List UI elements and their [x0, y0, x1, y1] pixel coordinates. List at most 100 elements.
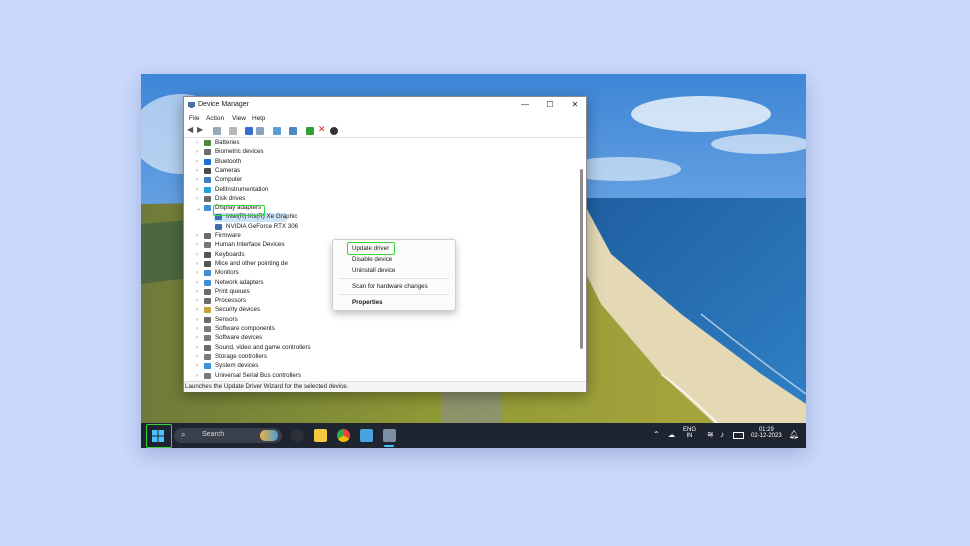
expand-chevron-right-icon[interactable]: › [196, 326, 198, 332]
menu-item-scan-hardware[interactable]: Scan for hardware changes [352, 283, 428, 290]
tree-node-label: Computer [215, 176, 243, 184]
notification-bell-icon[interactable]: 🔔︎ [789, 430, 799, 439]
forward-icon[interactable]: ▶ [197, 125, 205, 134]
tree-node[interactable]: › System devices [184, 362, 484, 371]
wifi-icon[interactable]: ≋ [707, 430, 714, 439]
expand-chevron-right-icon[interactable]: › [196, 159, 198, 165]
list-view-icon[interactable] [229, 127, 237, 135]
menu-item-properties[interactable]: Properties [352, 299, 383, 306]
device-category-icon [204, 260, 211, 267]
windows-start-icon[interactable] [152, 430, 164, 442]
expand-chevron-right-icon[interactable]: › [196, 270, 198, 276]
menu-separator [339, 294, 449, 295]
device-manager-taskbar-icon[interactable] [383, 429, 396, 442]
tree-node[interactable]: › Storage controllers [184, 353, 484, 362]
device-category-icon [204, 279, 211, 286]
uninstall-icon[interactable]: ✕ [318, 124, 326, 134]
menu-help[interactable]: Help [252, 115, 265, 122]
remote-desktop-icon[interactable] [360, 429, 373, 442]
expand-chevron-right-icon[interactable]: › [196, 298, 198, 304]
expand-chevron-right-icon[interactable]: › [196, 168, 198, 174]
tree-node[interactable]: › Batteries [184, 139, 484, 148]
close-button[interactable]: ✕ [564, 99, 586, 111]
expand-chevron-right-icon[interactable]: › [196, 252, 198, 258]
device-category-icon [204, 298, 211, 305]
tree-node-label: Universal Serial Bus controllers [215, 371, 301, 379]
tree-node[interactable]: › Cameras [184, 167, 484, 176]
download-icon[interactable] [330, 127, 338, 135]
menu-view[interactable]: View [232, 115, 246, 122]
tree-node-label: System devices [215, 362, 259, 370]
expand-chevron-right-icon[interactable]: › [196, 187, 198, 193]
expand-chevron-right-icon[interactable]: › [196, 363, 198, 369]
expand-chevron-right-icon[interactable]: › [196, 149, 198, 155]
help-icon[interactable] [245, 127, 253, 135]
expand-chevron-right-icon[interactable]: › [196, 233, 198, 239]
expand-chevron-right-icon[interactable]: › [196, 261, 198, 267]
tree-node-label: Human Interface Devices [215, 241, 285, 249]
tree-node[interactable]: › Universal Serial Bus controllers [184, 372, 484, 380]
search-highlights-icon [260, 430, 278, 441]
expand-chevron-right-icon[interactable]: › [196, 140, 198, 146]
device-category-icon [204, 195, 211, 202]
tree-node[interactable]: › Software components [184, 325, 484, 334]
title-bar[interactable]: Device Manager — ☐ ✕ [184, 97, 586, 113]
expand-chevron-right-icon[interactable]: › [196, 307, 198, 313]
expand-chevron-right-icon[interactable]: › [196, 345, 198, 351]
tree-node[interactable]: › DellInstrumentation [184, 186, 484, 195]
taskbar: ⌕ Search ⌃ ☁ ENG IN ≋ ♪ 01:29 02-12-2023… [141, 423, 806, 448]
tree-child-node[interactable]: NVIDIA GeForce RTX 306 [184, 223, 484, 232]
chrome-icon[interactable] [337, 429, 350, 442]
search-icon: ⌕ [181, 430, 186, 439]
update-driver-icon[interactable] [306, 127, 314, 135]
grid-view-icon[interactable] [256, 127, 264, 135]
tree-node-label: Storage controllers [215, 352, 267, 360]
chevron-up-icon[interactable]: ⌃ [653, 430, 660, 439]
expand-chevron-right-icon[interactable]: › [196, 373, 198, 379]
tree-node[interactable]: › Software devices [184, 334, 484, 343]
cloud-icon[interactable]: ☁ [668, 431, 675, 439]
scrollbar-thumb[interactable] [580, 169, 583, 349]
battery-icon[interactable] [733, 432, 744, 439]
maximize-button[interactable]: ☐ [539, 99, 561, 111]
file-explorer-icon[interactable] [314, 429, 327, 442]
menu-file[interactable]: File [189, 115, 199, 122]
tree-node-label: Monitors [215, 269, 239, 277]
menu-item-uninstall-device[interactable]: Uninstall device [352, 267, 395, 274]
widgets-icon[interactable] [291, 429, 304, 442]
expand-chevron-right-icon[interactable]: › [196, 289, 198, 295]
tree-node[interactable]: › Biometric devices [184, 148, 484, 157]
expand-chevron-right-icon[interactable]: › [196, 317, 198, 323]
display-adapter-icon [215, 223, 222, 230]
scan-hardware-icon[interactable] [273, 127, 281, 135]
minimize-button[interactable]: — [514, 99, 536, 111]
menu-item-update-driver[interactable]: Update driver [352, 245, 389, 252]
tree-node[interactable]: › Sound, video and game controllers [184, 344, 484, 353]
toolbar: ◀ ▶ ✕ [184, 124, 586, 138]
expand-chevron-right-icon[interactable]: › [196, 280, 198, 286]
tree-node[interactable]: › Bluetooth [184, 158, 484, 167]
search-box[interactable]: ⌕ Search [174, 428, 282, 443]
expand-chevron-right-icon[interactable]: › [196, 242, 198, 248]
expand-chevron-right-icon[interactable]: › [196, 335, 198, 341]
volume-icon[interactable]: ♪ [720, 430, 724, 439]
expand-chevron-right-icon[interactable]: › [196, 177, 198, 183]
properties-icon[interactable] [213, 127, 221, 135]
monitor-icon[interactable] [289, 127, 297, 135]
language-indicator[interactable]: ENG IN [683, 427, 696, 439]
tree-node[interactable]: › Sensors [184, 316, 484, 325]
tree-node-label: Biometric devices [215, 148, 264, 156]
menu-action[interactable]: Action [206, 115, 224, 122]
display-adapters-highlight [213, 205, 265, 216]
device-category-icon [204, 149, 211, 156]
back-icon[interactable]: ◀ [187, 125, 195, 134]
tree-node[interactable]: › Computer [184, 176, 484, 185]
expand-chevron-down-icon[interactable]: ⌄ [196, 205, 201, 212]
device-category-icon [204, 335, 211, 342]
expand-chevron-right-icon[interactable]: › [196, 196, 198, 202]
expand-chevron-right-icon[interactable]: › [196, 354, 198, 360]
device-category-icon [204, 233, 211, 239]
tree-node[interactable]: › Disk drives [184, 195, 484, 204]
clock[interactable]: 01:29 02-12-2023 [751, 427, 782, 439]
menu-item-disable-device[interactable]: Disable device [352, 256, 392, 263]
